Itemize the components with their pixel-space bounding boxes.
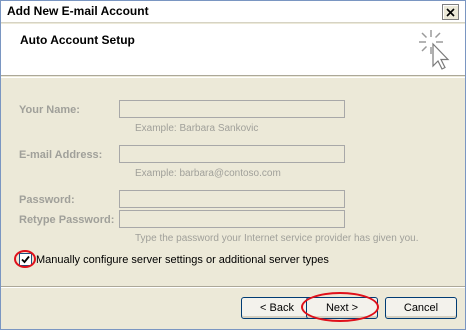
close-button[interactable] <box>442 4 459 20</box>
header-separator <box>1 77 465 78</box>
your-name-hint: Example: Barbara Sankovic <box>135 123 259 134</box>
your-name-label: Your Name: <box>19 104 80 116</box>
email-address-input[interactable] <box>119 145 345 163</box>
manual-config-checkbox[interactable] <box>19 253 32 266</box>
close-icon <box>446 7 455 17</box>
email-address-hint: Example: barbara@contoso.com <box>135 168 281 179</box>
password-input[interactable] <box>119 190 345 208</box>
password-label: Password: <box>19 194 75 206</box>
retype-password-label: Retype Password: <box>19 214 115 226</box>
page-title: Auto Account Setup <box>20 33 135 47</box>
wizard-wand-icon <box>419 30 450 70</box>
window-title: Add New E-mail Account <box>7 4 149 18</box>
your-name-input[interactable] <box>119 100 345 118</box>
password-hint: Type the password your Internet service … <box>135 233 419 244</box>
header-panel: Auto Account Setup <box>1 24 465 76</box>
next-button[interactable]: Next > <box>306 297 378 319</box>
checkmark-icon <box>21 255 30 264</box>
back-button[interactable]: < Back <box>241 297 313 319</box>
add-email-account-dialog: Add New E-mail Account Auto Account Setu… <box>0 0 466 330</box>
footer-divider-highlight <box>1 287 465 288</box>
retype-password-input[interactable] <box>119 210 345 228</box>
manual-config-label[interactable]: Manually configure server settings or ad… <box>36 254 329 266</box>
email-address-label: E-mail Address: <box>19 149 103 161</box>
cancel-button[interactable]: Cancel <box>385 297 457 319</box>
title-bar: Add New E-mail Account <box>1 1 465 23</box>
